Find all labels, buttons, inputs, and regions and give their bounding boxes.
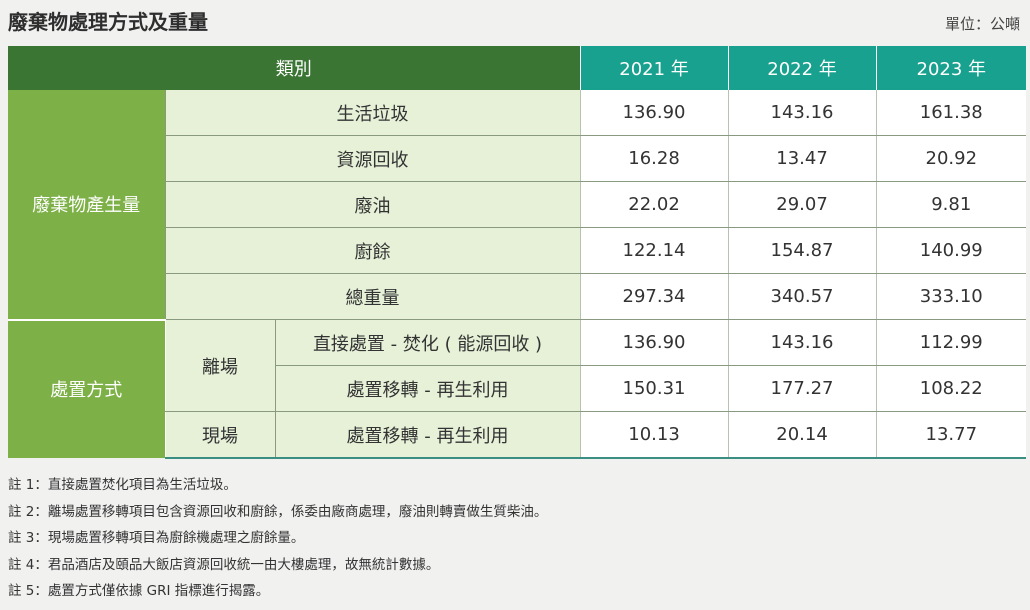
cell-value: 20.92 [875,135,1027,182]
cell-value: 13.77 [875,411,1027,459]
group-label-generation: 廢棄物產生量 [8,90,165,320]
cell-value: 108.22 [875,365,1027,412]
cell-value: 16.28 [579,135,729,182]
cell-value: 136.90 [579,90,729,136]
waste-table-container: 類別 2021 年 2022 年 2023 年 廢棄物產生量 生活垃圾 136.… [8,46,1027,459]
group-label-disposal: 處置方式 [8,318,165,458]
footnote: 註 3：現場處置移轉項目為廚餘機處理之廚餘量。 [8,530,305,546]
subgroup-label-onsite: 現場 [164,411,276,459]
cell-value: 340.57 [727,273,877,320]
column-header-2022: 2022 年 [727,46,877,90]
cell-value: 136.90 [579,319,729,366]
waste-table: 類別 2021 年 2022 年 2023 年 廢棄物產生量 生活垃圾 136.… [8,46,1027,459]
cell-value: 150.31 [579,365,729,412]
row-label: 廢油 [164,181,581,228]
footnote: 註 5：處置方式僅依據 GRI 指標進行揭露。 [8,583,270,599]
table-row: 處置方式 離場 直接處置 - 焚化 ( 能源回收 ) 136.90 143.16… [8,318,1027,458]
cell-value: 13.47 [727,135,877,182]
cell-value: 9.81 [875,181,1027,228]
cell-value: 112.99 [875,319,1027,366]
unit-label: 單位：公噸 [944,15,1020,33]
cell-value: 297.34 [579,273,729,320]
footnote: 註 2：離場處置移轉項目包含資源回收和廚餘，係委由廠商處理，廢油則轉賣做生質柴油… [8,503,548,520]
cell-value: 122.14 [579,227,729,274]
column-header-category: 類別 [8,46,581,90]
cell-value: 20.14 [727,411,877,459]
footnote: 註 4：君品酒店及頤品大飯店資源回收統一由大樓處理，故無統計數據。 [8,556,440,573]
cell-value: 333.10 [875,273,1027,320]
row-label: 廚餘 [164,227,581,274]
cell-value: 143.16 [727,90,877,136]
cell-value: 29.07 [727,181,877,228]
row-label: 處置移轉 - 再生利用 [274,411,581,459]
column-header-2021: 2021 年 [579,46,729,90]
row-label: 總重量 [164,273,581,320]
page-title: 廢棄物處理方式及重量 [8,10,208,34]
column-header-2023: 2023 年 [875,46,1027,90]
cell-value: 161.38 [875,90,1027,136]
table-row: 廢棄物產生量 生活垃圾 136.90 143.16 161.38 [8,90,1027,320]
cell-value: 143.16 [727,319,877,366]
table-header-row: 類別 2021 年 2022 年 2023 年 [8,46,1027,90]
row-label: 處置移轉 - 再生利用 [274,365,581,412]
cell-value: 154.87 [727,227,877,274]
footnotes: 註 1：直接處置焚化項目為生活垃圾。 註 2：離場處置移轉項目包含資源回收和廚餘… [8,472,547,605]
row-label: 資源回收 [164,135,581,182]
footnote: 註 1：直接處置焚化項目為生活垃圾。 [8,477,237,493]
cell-value: 10.13 [579,411,729,459]
cell-value: 22.02 [579,181,729,228]
subgroup-label-offsite: 離場 [164,319,276,412]
cell-value: 140.99 [875,227,1027,274]
row-label: 生活垃圾 [164,90,581,136]
row-label: 直接處置 - 焚化 ( 能源回收 ) [274,319,581,366]
cell-value: 177.27 [727,365,877,412]
